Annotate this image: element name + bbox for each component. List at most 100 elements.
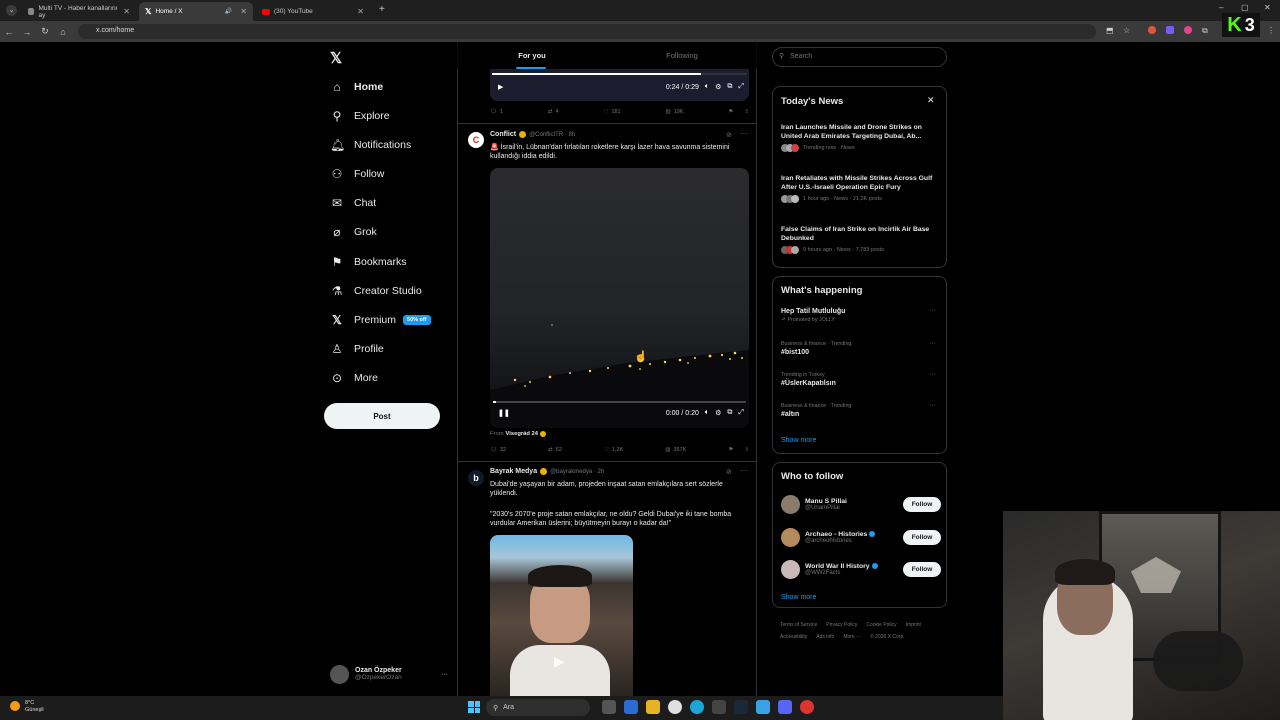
forward-icon[interactable]: → bbox=[18, 27, 36, 37]
tweet-more-icon[interactable]: ··· bbox=[740, 129, 748, 138]
discord-icon[interactable] bbox=[778, 700, 792, 714]
nav-notifications[interactable]: 🔔︎ Notifications bbox=[330, 134, 411, 156]
nav-more[interactable]: ⊙ More bbox=[330, 367, 378, 389]
video-progress-bar[interactable] bbox=[492, 73, 747, 75]
account-more-icon[interactable]: ··· bbox=[441, 671, 448, 678]
news-item[interactable]: Iran Launches Missile and Drone Strikes … bbox=[781, 123, 941, 152]
trend-more-icon[interactable]: ··· bbox=[929, 371, 936, 378]
retweet-button[interactable]: ⇄ 4 bbox=[548, 109, 559, 115]
window-close-icon[interactable]: ✕ bbox=[1264, 3, 1271, 12]
footer-link[interactable]: Cookie Policy bbox=[866, 621, 896, 630]
video-player[interactable]: ❚❚ 0:00 / 0:20 🔈︎ ⚙ ⧉ ⤢ bbox=[490, 168, 749, 428]
footer-link[interactable]: Ads info bbox=[816, 633, 834, 642]
fullscreen-icon[interactable]: ⤢ bbox=[738, 83, 744, 91]
share-icon[interactable]: ⇪ bbox=[744, 109, 749, 115]
pip-icon[interactable]: ⧉ bbox=[727, 83, 732, 91]
follow-suggestion[interactable]: Archaeo - Histories @archeohistories Fol… bbox=[781, 526, 941, 548]
source-account-link[interactable]: Visegrád 24 bbox=[506, 431, 538, 437]
footer-link[interactable]: Privacy Policy bbox=[826, 621, 857, 630]
bookmark-button[interactable]: ⚑ ⇪ bbox=[728, 109, 749, 115]
close-tab-icon[interactable]: ✕ bbox=[240, 7, 247, 16]
video-progress-bar[interactable] bbox=[493, 401, 746, 403]
x-logo-icon[interactable]: 𝕏 bbox=[330, 49, 342, 67]
trend-more-icon[interactable]: ··· bbox=[929, 307, 936, 314]
steam-icon[interactable] bbox=[734, 700, 748, 714]
reload-icon[interactable]: ↻ bbox=[36, 26, 54, 37]
tab-multi-tv[interactable]: Multi TV - Haber kanallarını ay ✕ bbox=[22, 2, 136, 21]
follow-button[interactable]: Follow bbox=[903, 561, 941, 577]
video-thumbnail[interactable]: ▶ bbox=[490, 535, 633, 696]
extensions-icon[interactable]: ⧉ bbox=[1202, 26, 1208, 36]
play-icon[interactable]: ▶ bbox=[498, 83, 503, 91]
task-view-icon[interactable] bbox=[602, 700, 616, 714]
extension-pen-icon[interactable] bbox=[1166, 26, 1174, 34]
views-button[interactable]: ▥ 19K bbox=[666, 109, 684, 115]
news-item[interactable]: Iran Retaliates with Missile Strikes Acr… bbox=[781, 174, 941, 203]
avatar[interactable]: C bbox=[468, 132, 484, 148]
bookmark-star-icon[interactable]: ☆ bbox=[1123, 26, 1130, 35]
windows-start-icon[interactable] bbox=[468, 701, 480, 713]
views-button[interactable]: ▥ 357K bbox=[665, 447, 686, 453]
video-player[interactable]: ▶ 0:24 / 0:29 🔈︎ ⚙ ⧉ ⤢ bbox=[490, 69, 749, 101]
nav-profile[interactable]: ♙ Profile bbox=[330, 338, 384, 360]
pause-icon[interactable]: ❚❚ bbox=[498, 409, 510, 417]
browser-menu-icon[interactable]: ⋮ bbox=[1267, 26, 1275, 35]
news-item[interactable]: False Claims of Iran Strike on Incirlik … bbox=[781, 225, 941, 254]
tweet-author-name[interactable]: Bayrak Medya bbox=[490, 468, 537, 475]
nav-grok[interactable]: ⌀ Grok bbox=[330, 221, 376, 243]
app-icon[interactable] bbox=[756, 700, 770, 714]
nav-follow[interactable]: ⚇ Follow bbox=[330, 163, 385, 185]
copilot-icon[interactable] bbox=[624, 700, 638, 714]
show-more-link[interactable]: Show more bbox=[781, 594, 816, 601]
settings-icon[interactable]: ⚙ bbox=[715, 409, 721, 417]
follow-button[interactable]: Follow bbox=[903, 496, 941, 512]
back-icon[interactable]: ← bbox=[0, 27, 18, 37]
maximize-icon[interactable]: ▢ bbox=[1241, 3, 1249, 12]
grok-tweet-icon[interactable]: ⊘ bbox=[726, 468, 732, 476]
reply-button[interactable]: 🗨︎ 32 bbox=[490, 447, 506, 453]
share-icon[interactable]: ⇪ bbox=[744, 447, 749, 453]
home-browser-icon[interactable]: ⌂ bbox=[54, 27, 72, 37]
nav-home[interactable]: ⌂ Home bbox=[330, 76, 383, 98]
nav-explore[interactable]: ⚲ Explore bbox=[330, 105, 390, 127]
close-icon[interactable]: ✕ bbox=[927, 95, 935, 106]
edge-icon[interactable] bbox=[690, 700, 704, 714]
footer-link[interactable]: Accessibility bbox=[780, 633, 807, 642]
footer-link[interactable]: Imprint bbox=[906, 621, 921, 630]
file-explorer-icon[interactable] bbox=[646, 700, 660, 714]
speaker-icon[interactable]: 🔊 bbox=[225, 8, 232, 15]
post-button[interactable]: Post bbox=[324, 403, 440, 429]
footer-link[interactable]: Terms of Service bbox=[780, 621, 817, 630]
tweet-handle[interactable]: @bayrakmedya · 2h bbox=[550, 469, 604, 475]
retweet-button[interactable]: ⇄ 52 bbox=[548, 447, 562, 453]
store-icon[interactable] bbox=[712, 700, 726, 714]
tab-list-button[interactable]: ⌄ bbox=[6, 5, 17, 16]
tab-following[interactable]: Following bbox=[607, 42, 757, 69]
weather-sun-icon[interactable] bbox=[10, 701, 20, 711]
show-more-link[interactable]: Show more bbox=[781, 437, 816, 444]
minimize-icon[interactable]: – bbox=[1219, 3, 1223, 12]
extension-pink-icon[interactable] bbox=[1184, 26, 1192, 34]
search-input[interactable]: ⚲ Search bbox=[772, 47, 947, 67]
taskbar-search[interactable]: ⚲ Ara bbox=[486, 699, 590, 716]
close-tab-icon[interactable]: ✕ bbox=[123, 7, 130, 16]
like-button[interactable]: ♡ 181 bbox=[604, 109, 621, 115]
pip-icon[interactable]: ⧉ bbox=[727, 409, 732, 417]
settings-icon[interactable]: ⚙ bbox=[715, 83, 721, 91]
trend-item[interactable]: Business & finance · Trending #bist100 ·… bbox=[781, 340, 941, 356]
tweet-handle[interactable]: @ConflictTR · 8h bbox=[529, 132, 575, 138]
trend-item[interactable]: Business & finance · Trending #altın ··· bbox=[781, 402, 941, 418]
extension-fox-icon[interactable] bbox=[1148, 26, 1156, 34]
trend-item[interactable]: Trending in Turkey #ÜslerKapatılsın ··· bbox=[781, 371, 941, 387]
follow-suggestion[interactable]: Manu S Pillai @UnamPillai Follow bbox=[781, 493, 941, 515]
fullscreen-icon[interactable]: ⤢ bbox=[738, 409, 744, 417]
follow-suggestion[interactable]: World War II History @WW2Facts Follow bbox=[781, 558, 941, 580]
weather-widget[interactable]: 8°C Güneşli bbox=[25, 700, 44, 714]
close-tab-icon[interactable]: ✕ bbox=[357, 7, 364, 16]
tab-home-x[interactable]: 𝕏 Home / X 🔊 ✕ bbox=[139, 2, 253, 21]
play-icon[interactable]: ▶ bbox=[554, 653, 565, 670]
follow-button[interactable]: Follow bbox=[903, 529, 941, 545]
footer-link[interactable]: More ··· bbox=[843, 633, 861, 642]
volume-icon[interactable]: 🔈︎ bbox=[705, 83, 709, 91]
trend-more-icon[interactable]: ··· bbox=[929, 402, 936, 409]
